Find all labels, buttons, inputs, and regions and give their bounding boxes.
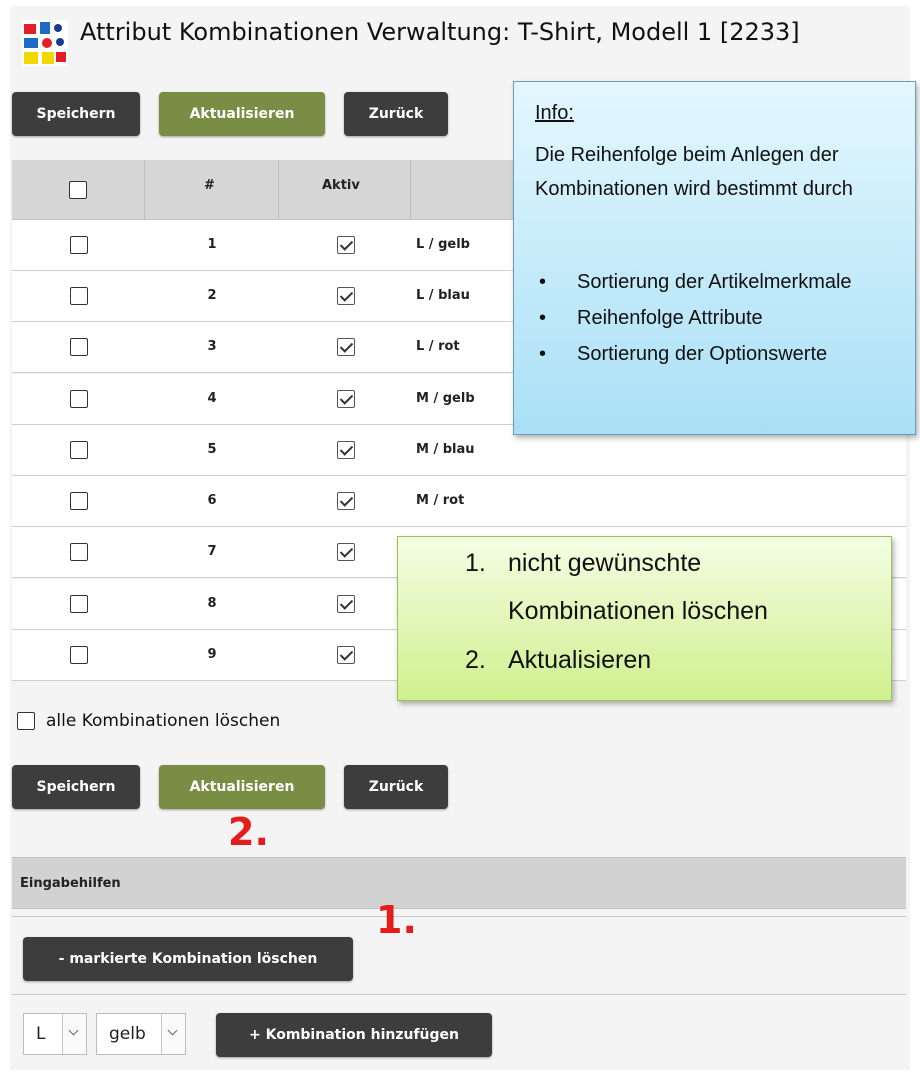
size-select[interactable]: L	[23, 1013, 87, 1055]
row-number: 6	[207, 493, 217, 508]
annotation-marker-delete: 1.	[376, 898, 417, 942]
chevron-down-icon[interactable]	[62, 1014, 86, 1054]
step2-text: Aktualisieren	[508, 646, 652, 674]
row-active-checkbox[interactable]	[337, 646, 355, 664]
header-divider	[144, 160, 145, 220]
header-divider	[410, 160, 411, 220]
app-logo-icon	[22, 20, 68, 66]
step1-line1: nicht gewünschte	[508, 549, 702, 577]
row-number: 9	[207, 647, 217, 662]
delete-all-label[interactable]: alle Kombinationen löschen	[46, 711, 280, 731]
info-title: Info:	[535, 102, 574, 124]
row-active-checkbox[interactable]	[337, 390, 355, 408]
row-select-checkbox[interactable]	[70, 543, 88, 561]
save-button-top[interactable]: Speichern	[12, 92, 140, 136]
row-active-checkbox[interactable]	[337, 543, 355, 561]
row-number: 2	[207, 288, 217, 303]
row-number: 4	[207, 391, 217, 406]
divider	[12, 916, 906, 917]
row-select-checkbox[interactable]	[70, 390, 88, 408]
row-active-checkbox[interactable]	[337, 338, 355, 356]
row-number: 3	[207, 339, 217, 354]
header-divider	[278, 160, 279, 220]
info-text: Die Reihenfolge beim Anlegen der Kombina…	[535, 144, 853, 200]
row-active-checkbox[interactable]	[337, 287, 355, 305]
save-button-bottom[interactable]: Speichern	[12, 765, 140, 809]
table-row: 6 M / rot	[12, 476, 906, 527]
info-list-item: Reihenfolge Attribute	[535, 300, 905, 336]
add-combination-button[interactable]: + Kombination hinzufügen	[216, 1013, 492, 1057]
row-select-checkbox[interactable]	[70, 492, 88, 510]
row-select-checkbox[interactable]	[70, 338, 88, 356]
header-active: Aktiv	[322, 178, 360, 193]
step1-line2: Kombinationen löschen	[508, 597, 768, 625]
color-select-value: gelb	[109, 1024, 146, 1044]
back-button-bottom[interactable]: Zurück	[344, 765, 448, 809]
delete-all-checkbox[interactable]	[17, 712, 35, 730]
row-number: 1	[207, 237, 217, 252]
steps-callout: 1. nicht gewünschte Kombinationen lösche…	[397, 536, 892, 701]
back-button-top[interactable]: Zurück	[344, 92, 448, 136]
header-number: #	[204, 178, 215, 193]
row-active-checkbox[interactable]	[337, 236, 355, 254]
select-all-checkbox[interactable]	[69, 181, 87, 199]
update-button-top[interactable]: Aktualisieren	[159, 92, 325, 136]
row-select-checkbox[interactable]	[70, 595, 88, 613]
color-select[interactable]: gelb	[96, 1013, 186, 1055]
row-active-checkbox[interactable]	[337, 595, 355, 613]
row-combination: M / blau	[416, 442, 475, 457]
row-select-checkbox[interactable]	[70, 236, 88, 254]
info-list-item: Sortierung der Artikelmerkmale	[535, 264, 905, 300]
section-header-input-helpers: Eingabehilfen	[12, 857, 906, 909]
row-combination: M / rot	[416, 493, 465, 508]
row-active-checkbox[interactable]	[337, 492, 355, 510]
row-active-checkbox[interactable]	[337, 441, 355, 459]
row-number: 5	[207, 442, 217, 457]
row-number: 8	[207, 596, 217, 611]
info-list-item: Sortierung der Optionswerte	[535, 336, 905, 372]
row-combination: L / rot	[416, 339, 460, 354]
annotation-marker-update: 2.	[228, 810, 269, 854]
row-number: 7	[207, 544, 217, 559]
step1-number: 1.	[465, 549, 486, 577]
chevron-down-icon[interactable]	[161, 1014, 185, 1054]
row-combination: M / gelb	[416, 391, 475, 406]
info-callout: Info: Die Reihenfolge beim Anlegen der K…	[513, 81, 916, 435]
row-select-checkbox[interactable]	[70, 441, 88, 459]
row-select-checkbox[interactable]	[70, 287, 88, 305]
row-combination: L / blau	[416, 288, 470, 303]
update-button-bottom[interactable]: Aktualisieren	[159, 765, 325, 809]
size-select-value: L	[36, 1024, 46, 1044]
divider	[12, 994, 906, 995]
delete-marked-combination-button[interactable]: - markierte Kombination löschen	[23, 937, 353, 981]
info-list: Sortierung der Artikelmerkmale Reihenfol…	[535, 264, 905, 372]
page-title: Attribut Kombinationen Verwaltung: T-Shi…	[80, 18, 800, 46]
step2-number: 2.	[465, 646, 486, 674]
row-select-checkbox[interactable]	[70, 646, 88, 664]
row-combination: L / gelb	[416, 237, 470, 252]
section-title: Eingabehilfen	[20, 876, 121, 891]
